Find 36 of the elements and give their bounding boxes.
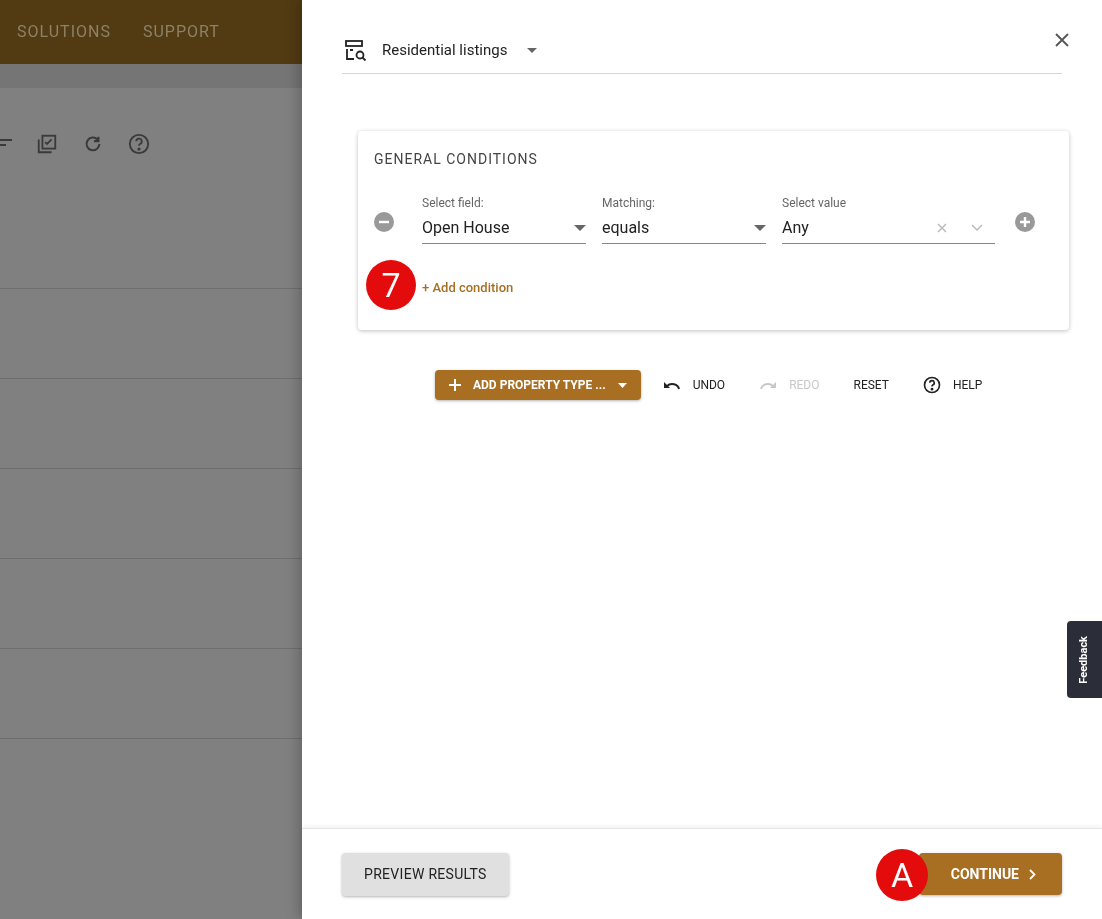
help-icon[interactable] [128, 133, 150, 155]
step-marker: 7 [366, 260, 416, 310]
caret-icon [617, 382, 627, 388]
caret-icon [574, 224, 586, 231]
help-icon [922, 376, 941, 394]
caret-icon [527, 48, 538, 53]
remove-condition-icon[interactable] [374, 212, 394, 232]
select-field[interactable]: Any [782, 212, 995, 244]
preview-results-button[interactable]: PREVIEW RESULTS [342, 852, 509, 896]
add-property-type-button[interactable]: ADD PROPERTY TYPE ... [435, 370, 641, 400]
search-list-icon [344, 38, 368, 63]
redo-icon [759, 380, 778, 390]
chevron-right-icon [1029, 868, 1036, 880]
undo-button[interactable]: UNDO [656, 370, 732, 400]
caret-icon [754, 224, 766, 231]
feedback-tab[interactable]: Feedback [1067, 621, 1102, 698]
select-field[interactable]: equals [602, 212, 766, 244]
checklist-icon[interactable] [36, 133, 58, 155]
field-label: Select value [782, 195, 848, 212]
field-label: Select field: [422, 195, 485, 212]
section-title: GENERAL CONDITIONS [374, 150, 539, 169]
close-icon [1054, 32, 1070, 48]
close-button[interactable] [1054, 32, 1070, 48]
reset-button[interactable]: RESET [847, 370, 895, 400]
clear-icon[interactable] [937, 222, 947, 233]
chevron-down-icon [971, 224, 983, 231]
add-condition-link[interactable]: + Add condition [422, 278, 514, 298]
listing-type-dropdown[interactable]: Residential listings [382, 39, 538, 62]
plus-icon [449, 379, 461, 391]
field-label: Matching: [602, 195, 656, 212]
help-button[interactable]: HELP [916, 370, 989, 400]
step-marker: A [876, 849, 928, 901]
select-field[interactable]: Open House [422, 212, 586, 244]
add-condition-icon[interactable] [1015, 212, 1035, 232]
continue-button[interactable]: CONTINUE [919, 853, 1062, 895]
undo-icon [662, 380, 681, 390]
